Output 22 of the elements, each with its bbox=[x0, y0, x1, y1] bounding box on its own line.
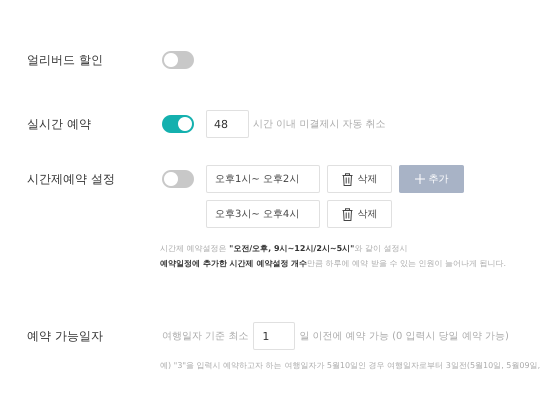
delete-button[interactable]: 삭제 bbox=[327, 200, 392, 228]
date-prefix: 여행일자 기준 최소 bbox=[162, 330, 248, 344]
example-text: 예) "3"을 입력시 예약하고자 하는 여행일자가 5월10일인 경우 여행일자로부터 3일전(5월10일, 5월09일, bbox=[160, 360, 542, 372]
time-slot-field[interactable]: 오후1시~ 오후2시 bbox=[206, 165, 320, 193]
note-text: 예약일정에 추가한 시간제 예약설정 개수만큼 하루에 예약 받을 수 있는 인원이 늘어나게 됩니다. bbox=[160, 258, 508, 270]
days-field[interactable]: 1 bbox=[253, 322, 296, 350]
setting-label: 얼리버드 할인 bbox=[27, 52, 104, 69]
delete-button[interactable]: 삭제 bbox=[327, 165, 392, 193]
plus-icon bbox=[414, 174, 424, 184]
trash-icon bbox=[342, 208, 352, 220]
toggle-switch[interactable] bbox=[162, 115, 194, 133]
hours-hint: 시간 이내 미결제시 자동 취소 bbox=[253, 118, 386, 132]
setting-label: 시간제예약 설정 bbox=[27, 171, 116, 188]
trash-icon bbox=[342, 172, 352, 186]
setting-label: 실시간 예약 bbox=[27, 116, 92, 133]
time-slot-field[interactable]: 오후3시~ 오후4시 bbox=[206, 200, 320, 228]
date-hint: 일 이전에 예약 가능 (0 입력시 당일 예약 가능) bbox=[299, 330, 509, 344]
toggle-switch[interactable] bbox=[162, 51, 194, 69]
note-text: 시간제 예약설정은 "오전/오후, 9시~12시/2시~5시"와 같이 설정시 bbox=[160, 243, 408, 255]
setting-label: 예약 가능일자 bbox=[27, 328, 104, 345]
hours-field[interactable]: 48 bbox=[206, 110, 249, 138]
toggle-switch[interactable] bbox=[162, 170, 194, 188]
